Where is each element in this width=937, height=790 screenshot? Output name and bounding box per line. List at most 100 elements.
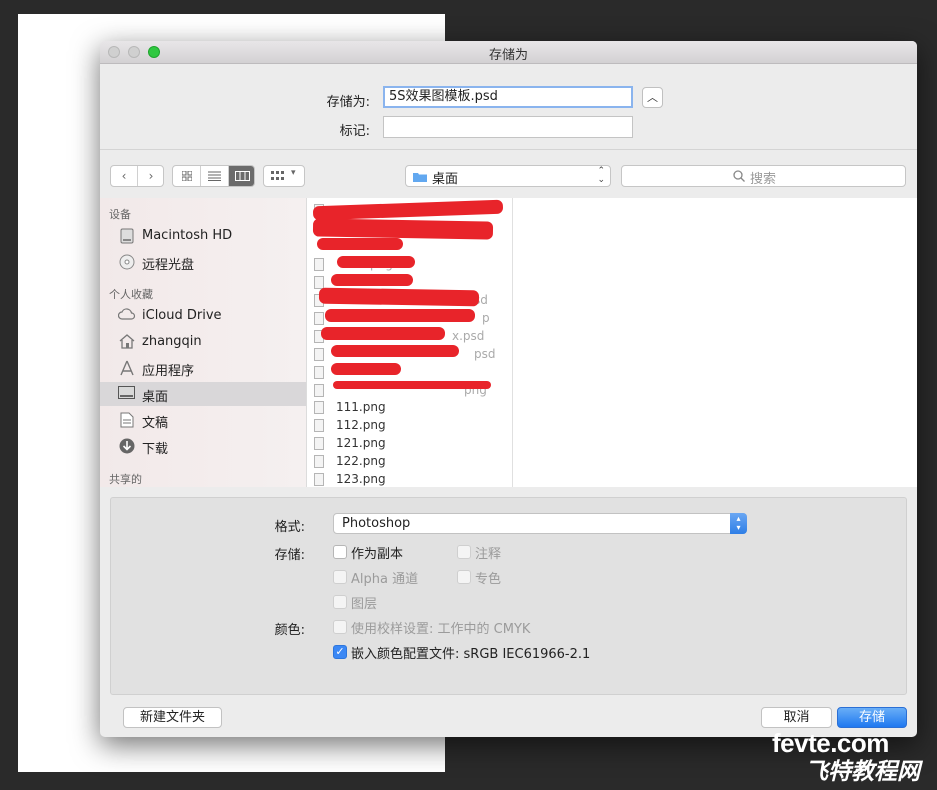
file-name: 121.png bbox=[336, 436, 386, 450]
save-button[interactable]: 存储 bbox=[837, 707, 907, 728]
file-name: x.psd bbox=[452, 329, 485, 343]
image-file-icon bbox=[314, 401, 324, 414]
sidebar-item-applications[interactable]: 应用程序 bbox=[100, 356, 306, 380]
documents-icon bbox=[118, 412, 135, 428]
use-proof-setup-checkbox[interactable] bbox=[333, 620, 347, 634]
redaction-mark bbox=[317, 238, 403, 250]
divider bbox=[100, 149, 917, 150]
image-file-icon bbox=[314, 455, 324, 468]
sidebar-item-label: zhangqin bbox=[142, 334, 202, 349]
sidebar-item-label: 文稿 bbox=[142, 416, 169, 431]
as-copy-checkbox[interactable] bbox=[333, 545, 347, 559]
new-folder-button[interactable]: 新建文件夹 bbox=[123, 707, 222, 728]
alpha-channels-label: Alpha 通道 bbox=[351, 572, 419, 587]
save-dialog: 存储为 存储为: 5S效果图模板.psd ︿ 标记: ‹ › ▾ 桌面 ⌃ ⌄ 搜… bbox=[100, 41, 917, 737]
sidebar-item-icloud-drive[interactable]: iCloud Drive bbox=[100, 304, 306, 328]
home-icon bbox=[118, 334, 135, 350]
file-icon bbox=[314, 384, 324, 397]
redaction-mark bbox=[333, 381, 491, 389]
collapse-button[interactable]: ︿ bbox=[642, 87, 663, 108]
alpha-channels-checkbox[interactable] bbox=[333, 570, 347, 584]
file-column: png sd p x.psd psd png 111.png 112.png 1… bbox=[307, 198, 513, 487]
format-select[interactable]: Photoshop ▴ ▾ bbox=[333, 513, 747, 534]
disc-icon bbox=[118, 254, 135, 270]
applications-icon bbox=[118, 360, 135, 376]
use-proof-setup-label: 使用校样设置: 工作中的 CMYK bbox=[351, 622, 531, 637]
save-options-label: 存储: bbox=[274, 548, 305, 563]
icon-view-button[interactable] bbox=[173, 166, 201, 186]
sidebar-item-downloads[interactable]: 下载 bbox=[100, 434, 306, 458]
file-name: 122.png bbox=[336, 454, 386, 468]
redaction-mark bbox=[312, 218, 494, 240]
list-icon bbox=[208, 171, 221, 181]
sidebar-item-label: 远程光盘 bbox=[142, 258, 195, 273]
search-placeholder: 搜索 bbox=[750, 172, 777, 187]
spot-colors-label: 专色 bbox=[475, 572, 502, 587]
sidebar-item-documents[interactable]: 文稿 bbox=[100, 408, 306, 432]
window-title: 存储为 bbox=[488, 48, 528, 63]
view-mode-control bbox=[172, 165, 255, 187]
sidebar-heading-shared: 共享的 bbox=[109, 473, 142, 486]
group-view-button[interactable]: ▾ bbox=[263, 165, 305, 187]
file-name: 112.png bbox=[336, 418, 386, 432]
sidebar-item-label: 应用程序 bbox=[142, 364, 195, 379]
image-file-icon bbox=[314, 419, 324, 432]
redaction-mark bbox=[325, 309, 475, 322]
preview-column bbox=[513, 198, 917, 487]
chevron-down-icon: ▾ bbox=[291, 168, 296, 178]
chevron-up-icon: ︿ bbox=[647, 91, 658, 104]
desktop-icon bbox=[118, 386, 135, 402]
search-icon bbox=[733, 170, 745, 182]
sidebar-item-macintosh-hd[interactable]: Macintosh HD bbox=[100, 224, 306, 248]
redaction-mark bbox=[331, 363, 401, 375]
file-name: 111.png bbox=[336, 400, 386, 414]
nav-buttons: ‹ › bbox=[110, 165, 164, 187]
file-icon bbox=[314, 312, 324, 325]
redaction-mark bbox=[337, 256, 415, 268]
location-label: 桌面 bbox=[432, 172, 459, 187]
forward-button[interactable]: › bbox=[138, 166, 164, 186]
annotations-checkbox[interactable] bbox=[457, 545, 471, 559]
sidebar-item-label: 下载 bbox=[142, 442, 169, 457]
redaction-mark bbox=[331, 345, 459, 357]
file-name: 123.png bbox=[336, 472, 386, 486]
column-view-button[interactable] bbox=[229, 166, 254, 186]
sidebar-heading-devices: 设备 bbox=[109, 208, 131, 221]
sidebar-item-label: Macintosh HD bbox=[142, 228, 233, 243]
sidebar-item-home[interactable]: zhangqin bbox=[100, 330, 306, 354]
tags-label: 标记: bbox=[339, 124, 370, 139]
grid-icon bbox=[181, 170, 192, 182]
cloud-icon bbox=[117, 308, 136, 324]
back-button[interactable]: ‹ bbox=[111, 166, 138, 186]
redaction-mark bbox=[321, 327, 445, 340]
spot-colors-checkbox[interactable] bbox=[457, 570, 471, 584]
annotations-label: 注释 bbox=[475, 547, 502, 562]
layers-checkbox[interactable] bbox=[333, 595, 347, 609]
image-file-icon bbox=[314, 473, 324, 486]
group-grid-icon bbox=[271, 171, 284, 180]
search-field[interactable]: 搜索 bbox=[621, 165, 906, 187]
chevron-left-icon: ‹ bbox=[121, 169, 127, 183]
chevron-right-icon: › bbox=[148, 169, 154, 183]
file-icon bbox=[314, 366, 324, 379]
as-copy-label: 作为副本 bbox=[351, 547, 404, 562]
sidebar-item-remote-disc[interactable]: 远程光盘 bbox=[100, 250, 306, 274]
title-bar: 存储为 bbox=[100, 41, 917, 64]
tags-input[interactable] bbox=[383, 116, 633, 138]
downloads-icon bbox=[118, 438, 135, 454]
location-popup[interactable]: 桌面 ⌃ ⌄ bbox=[405, 165, 611, 187]
hard-drive-icon bbox=[118, 228, 135, 244]
color-label: 颜色: bbox=[274, 623, 305, 638]
file-name: p bbox=[482, 311, 490, 325]
embed-color-profile-label: 嵌入颜色配置文件: sRGB IEC61966-2.1 bbox=[351, 647, 591, 662]
filename-input[interactable]: 5S效果图模板.psd bbox=[383, 86, 633, 108]
sidebar-item-desktop[interactable]: 桌面 bbox=[100, 382, 306, 406]
redaction-mark bbox=[331, 274, 413, 286]
embed-color-profile-checkbox[interactable]: ✓ bbox=[333, 645, 347, 659]
layers-label: 图层 bbox=[351, 597, 378, 612]
cancel-button[interactable]: 取消 bbox=[761, 707, 832, 728]
sidebar: 设备 Macintosh HD 远程光盘 个人收藏 iCloud Drive z… bbox=[100, 198, 307, 487]
file-name: psd bbox=[474, 347, 496, 361]
columns-icon bbox=[235, 171, 250, 181]
list-view-button[interactable] bbox=[201, 166, 229, 186]
